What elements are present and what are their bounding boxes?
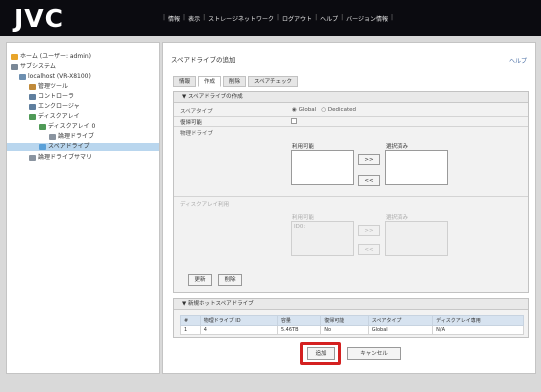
nav-logout[interactable]: ログアウト [279,14,315,23]
disk-array-usage-label: ディスクアレイ利用 [180,202,230,208]
create-spare-section: ▼ スペアドライブの作成 スペアタイプ ◉ Global ○ Dedicated… [173,91,529,293]
tree-item-home[interactable]: ホーム (ユーザー: admin) [11,53,91,61]
new-spare-table: # 物理ドライブ ID 容量 復帰可能 スペアタイプ ディスクアレイ専用 1 4… [180,315,524,335]
tree-item-subsystem[interactable]: サブシステム [11,63,56,71]
table-cell: N/A [432,325,524,335]
summary-icon [29,154,36,161]
nav-storage-network[interactable]: ストレージネットワーク [205,14,277,23]
spare-type-label: スペアタイプ [180,109,213,115]
divider [174,116,528,117]
page-title: スペアドライブの追加 [171,56,236,64]
subsystem-icon [11,63,18,70]
tab-create[interactable]: 作成 [198,76,222,87]
disk-selected-label: 選択済み [386,215,409,221]
column-header: 物理ドライブ ID [199,315,278,326]
disk-available-label: 利用可能 [292,215,315,221]
disk-available-item: ID0: [294,224,306,230]
disk-array-icon [29,113,36,120]
nav-info[interactable]: 情報 [165,14,183,23]
navigation-tree: ホーム (ユーザー: admin) サブシステム localhost (VR-X… [6,42,160,374]
disk-available-list: ID0: [291,221,354,256]
table-header-row: # 物理ドライブ ID 容量 復帰可能 スペアタイプ ディスクアレイ専用 [180,315,524,326]
selected-drives-list[interactable] [385,150,448,185]
table-cell: No [320,325,369,335]
server-icon [19,73,26,80]
available-label: 利用可能 [292,144,315,150]
home-icon [11,53,18,60]
tree-item-admin-tools[interactable]: 管理ツール [29,83,68,91]
add-drive-button[interactable]: >> [358,154,380,165]
disk-selected-list [385,221,448,256]
tree-item-controller[interactable]: コントローラ [29,93,74,101]
dedicated-radio[interactable]: ○ Dedicated [321,107,356,113]
main-panel: スペアドライブの追加 ヘルプ 情報 作成 削除 スペアチェック ▼ スペアドライ… [162,42,536,374]
tab-spare-check[interactable]: スペアチェック [248,76,299,87]
remove-drive-button[interactable]: << [358,175,380,186]
column-header: # [180,315,201,326]
tree-item-logical-drive-summary[interactable]: 論理ドライブサマリ [29,154,92,162]
available-drives-list[interactable] [291,150,354,185]
delete-button[interactable]: 削除 [218,274,242,286]
spare-drive-icon [39,143,46,150]
revertible-label: 復帰可能 [180,120,203,126]
controller-icon [29,93,36,100]
tree-item-enclosure[interactable]: エンクロージャ [29,103,80,111]
top-bar: JVC | 情報 | 表示 | ストレージネットワーク | ログアウト | ヘル… [0,0,541,36]
column-header: 容量 [276,315,322,326]
top-nav: | 情報 | 表示 | ストレージネットワーク | ログアウト | ヘルプ | … [163,14,394,23]
tree-item-spare-drive[interactable]: スペアドライブ [7,143,159,151]
table-cell: 1 [180,325,201,335]
table-cell: 4 [199,325,278,335]
physical-drive-label: 物理ドライブ [180,131,214,137]
column-header: 復帰可能 [320,315,369,326]
nav-version[interactable]: バージョン情報 [343,14,391,23]
tree-item-localhost[interactable]: localhost (VR-X8100) [19,73,91,81]
revertible-checkbox[interactable] [291,118,297,124]
divider [174,196,528,197]
spare-type-options: ◉ Global ○ Dedicated [292,107,356,113]
cancel-button[interactable]: キャンセル [347,347,401,360]
new-spare-section: ▼ 新規ホットスペアドライブ # 物理ドライブ ID 容量 復帰可能 スペアタイ… [173,298,529,338]
divider [174,126,528,127]
tools-icon [29,83,36,90]
nav-help[interactable]: ヘルプ [317,14,341,23]
tab-delete[interactable]: 削除 [223,76,247,87]
disk-remove-button: << [358,244,380,255]
enclosure-icon [29,103,36,110]
create-section-header[interactable]: ▼ スペアドライブの作成 [174,92,528,103]
column-header: スペアタイプ [367,315,434,326]
selected-label: 選択済み [386,144,409,150]
update-button[interactable]: 更新 [188,274,212,286]
global-radio[interactable]: ◉ Global [292,107,316,113]
disk-array-icon [39,123,46,130]
column-header: ディスクアレイ専用 [432,315,524,326]
nav-view[interactable]: 表示 [185,14,203,23]
tree-item-logical-drive[interactable]: 論理ドライブ [49,133,94,141]
table-cell: Global [367,325,434,335]
tab-info[interactable]: 情報 [173,76,197,87]
logical-drive-icon [49,133,56,140]
new-spare-section-header[interactable]: ▼ 新規ホットスペアドライブ [174,299,528,310]
tab-bar: 情報 作成 削除 スペアチェック [173,76,299,88]
disk-add-button: >> [358,225,380,236]
table-cell: 5.46TB [276,325,322,335]
help-link[interactable]: ヘルプ [509,56,527,65]
jvc-logo: JVC [14,4,64,33]
highlight-frame [300,342,341,365]
table-row: 1 4 5.46TB No Global N/A [180,325,524,335]
tree-item-disk-array-0[interactable]: ディスクアレイ 0 [39,123,95,131]
tree-item-disk-array[interactable]: ディスクアレイ [29,113,80,121]
